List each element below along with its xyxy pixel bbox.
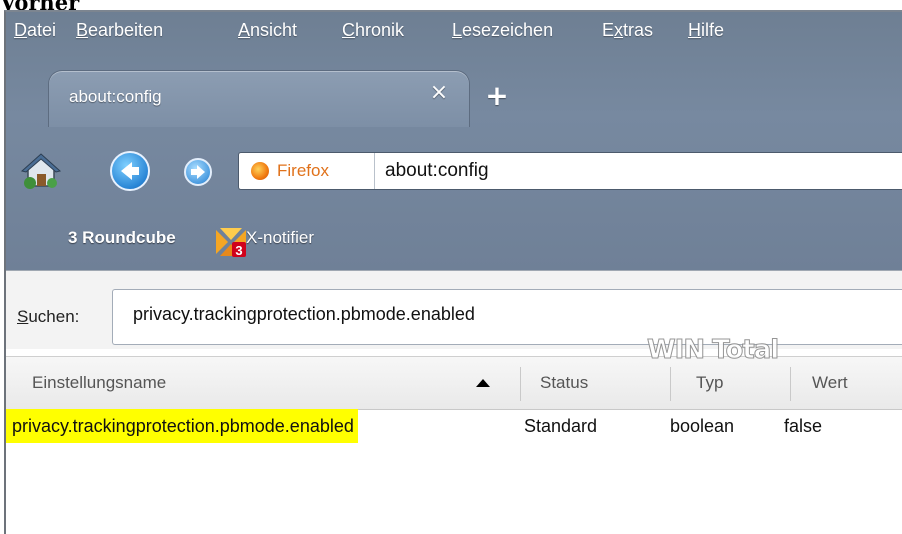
firefox-icon [251,162,269,180]
cell-preference-name: privacy.trackingprotection.pbmode.enable… [6,409,358,443]
menu-mnemonic: D [14,20,27,40]
xnotifier-badge: 3 [235,243,242,258]
menu-label: nsicht [250,20,298,40]
menu-mnemonic: L [452,20,463,40]
column-header-value[interactable]: Wert [812,373,848,393]
menu-bearbeiten[interactable]: Bearbeiten [76,20,163,41]
back-arrow-icon[interactable] [110,151,150,191]
column-header-type[interactable]: Typ [696,373,723,393]
menu-label: esezeichen [462,20,554,40]
search-label: Suchen: [17,307,79,327]
menu-mnemonic: A [238,20,251,40]
bookmark-roundcube[interactable]: 3 Roundcube [68,228,176,248]
column-header-status[interactable]: Status [540,373,588,393]
column-separator[interactable] [790,367,791,401]
browser-window: Datei Bearbeiten Ansicht Chronik Lesezei… [4,10,902,534]
menu-mnemonic: H [688,20,701,40]
table-row[interactable]: privacy.trackingprotection.pbmode.enable… [6,409,902,443]
menu-label-prefix: E [602,20,615,40]
menu-label: hronik [355,20,405,40]
about-config-page: Suchen: privacy.trackingprotection.pbmod… [6,270,902,534]
menu-extras[interactable]: Extras [602,20,653,41]
menu-label: ilfe [701,20,725,40]
menu-label: tras [623,20,654,40]
navigation-bar: Firefox about:config [6,138,902,208]
menu-bar: Datei Bearbeiten Ansicht Chronik Lesezei… [6,12,902,52]
forward-arrow-icon[interactable] [184,158,212,186]
close-icon[interactable]: × [429,82,449,104]
identity-label: Firefox [277,161,329,180]
search-input[interactable]: privacy.trackingprotection.pbmode.enable… [112,289,902,345]
tab-title: about:config [69,87,162,106]
cell-status: Standard [524,416,598,436]
url-text: about:config [385,160,489,181]
bookmark-xnotifier[interactable]: X-notifier [246,228,314,248]
cell-value: false [784,416,823,436]
menu-datei[interactable]: Datei [14,20,56,41]
menu-lesezeichen[interactable]: Lesezeichen [452,20,553,41]
menu-label: atei [27,20,57,40]
search-label-mnemonic: S [17,307,29,326]
menu-label: earbeiten [88,20,164,40]
menu-hilfe[interactable]: Hilfe [688,20,724,41]
column-separator[interactable] [670,367,671,401]
watermark-logo: WIN Total [646,335,779,366]
new-tab-icon[interactable]: + [484,82,510,110]
bookmarks-toolbar: 3 Roundcube 3 X-notifier [6,216,902,266]
identity-box[interactable]: Firefox [239,153,375,189]
browser-chrome: Datei Bearbeiten Ansicht Chronik Lesezei… [6,12,902,270]
search-value: privacy.trackingprotection.pbmode.enable… [133,304,475,324]
menu-mnemonic: x [614,20,624,40]
menu-chronik[interactable]: Chronik [342,20,404,41]
menu-ansicht[interactable]: Ansicht [238,20,297,41]
url-bar[interactable]: Firefox about:config [238,152,902,190]
sort-ascending-icon[interactable] [476,379,490,387]
menu-mnemonic: C [342,20,355,40]
column-header-name[interactable]: Einstellungsname [32,373,166,393]
cell-type: boolean [670,416,735,436]
column-separator[interactable] [520,367,521,401]
xnotifier-icon[interactable]: 3 [214,224,248,258]
home-icon[interactable] [20,150,62,192]
tab-strip: about:config × + [6,64,902,128]
tab-about-config[interactable]: about:config × [48,70,470,127]
search-label-text: uchen: [28,307,80,326]
menu-mnemonic: B [76,20,89,40]
